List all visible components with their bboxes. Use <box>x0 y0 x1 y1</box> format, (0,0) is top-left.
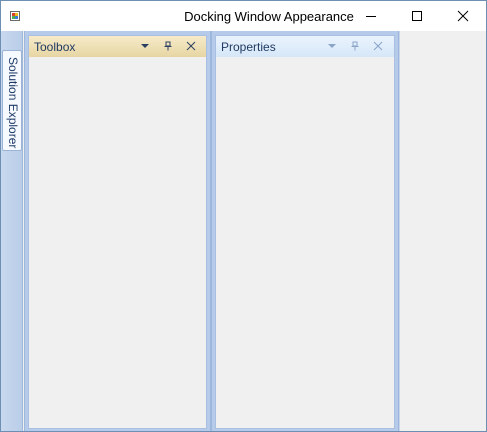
properties-pane[interactable]: Properties <box>215 35 395 429</box>
title-bar[interactable]: Docking Window Appearance <box>1 1 486 31</box>
maximize-icon <box>412 11 422 21</box>
chevron-down-icon <box>328 44 336 48</box>
maximize-button[interactable] <box>394 1 440 31</box>
toolbox-close-button[interactable] <box>184 39 198 53</box>
toolbox-header[interactable]: Toolbox <box>29 36 206 57</box>
pin-icon <box>164 41 172 51</box>
properties-title: Properties <box>221 40 276 54</box>
document-area <box>399 31 486 431</box>
close-button[interactable] <box>440 1 486 31</box>
autohide-strip: Solution Explorer <box>1 31 23 431</box>
properties-header[interactable]: Properties <box>216 36 394 57</box>
minimize-button[interactable] <box>348 1 394 31</box>
properties-dropdown-button[interactable] <box>325 39 339 53</box>
properties-pin-button[interactable] <box>348 39 362 53</box>
toolbox-pane[interactable]: Toolbox <box>28 35 207 429</box>
client-area: Solution Explorer Toolbox Properties <box>1 31 486 431</box>
close-icon <box>457 10 469 22</box>
chevron-down-icon <box>141 44 149 48</box>
solution-explorer-label: Solution Explorer <box>6 57 20 149</box>
pin-icon <box>351 41 359 51</box>
close-icon <box>373 41 383 51</box>
toolbox-title: Toolbox <box>34 40 76 54</box>
solution-explorer-tab[interactable]: Solution Explorer <box>2 50 22 151</box>
app-window: Docking Window Appearance Solution Explo… <box>0 0 487 432</box>
toolbox-pin-button[interactable] <box>161 39 175 53</box>
properties-close-button[interactable] <box>371 39 385 53</box>
toolbox-dropdown-button[interactable] <box>138 39 152 53</box>
properties-pane-frame: Properties <box>211 31 399 431</box>
close-icon <box>186 41 196 51</box>
toolbox-pane-frame: Toolbox <box>24 31 211 431</box>
minimize-icon <box>366 16 376 17</box>
